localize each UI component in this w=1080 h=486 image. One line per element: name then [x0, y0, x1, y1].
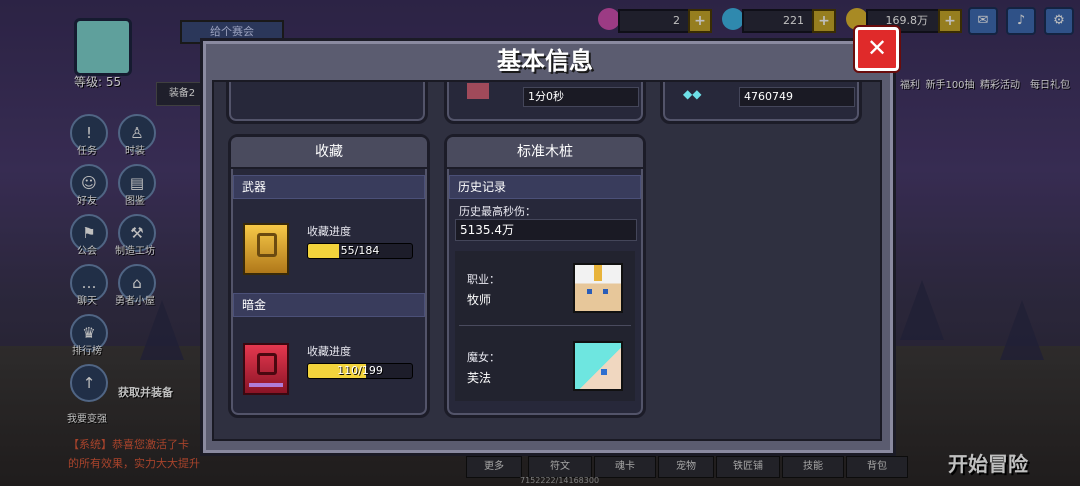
training-dummy-card: 标准木桩 历史记录 历史最高秒伤： 5135.4万 职业： 牧师 魔女： 芙法 — [444, 134, 646, 418]
weapon-progress-text: 55/184 — [340, 244, 380, 257]
close-button[interactable]: ✕ — [855, 27, 899, 71]
partial-card-right: ◆◆ 4760749 — [660, 82, 862, 124]
max-dps-value: 5135.4万 — [455, 219, 637, 241]
collection-card: 收藏 武器 收藏进度 55/184 暗金 收藏进度 110/199 — [228, 134, 430, 418]
weapon-section: 武器 — [233, 175, 425, 199]
witch-label: 魔女： — [467, 351, 500, 364]
training-dummy-title: 标准木桩 — [447, 137, 643, 169]
dark-gold-progress-label: 收藏进度 — [307, 345, 351, 358]
weapon-book-icon — [243, 223, 289, 275]
dark-gold-section: 暗金 — [233, 293, 425, 317]
hero-list: 职业： 牧师 魔女： 芙法 — [455, 251, 635, 401]
max-dps-label: 历史最高秒伤： — [459, 205, 536, 218]
class-value: 牧师 — [467, 293, 492, 307]
modal-content[interactable]: 1分0秒 ◆◆ 4760749 收藏 武器 收藏进度 55/184 暗金 收藏进… — [212, 80, 882, 441]
dark-gold-progress-text: 110/199 — [337, 364, 383, 377]
divider — [459, 325, 631, 326]
time-icon — [467, 83, 489, 99]
witch-value: 芙法 — [467, 371, 492, 385]
dark-gold-book-icon — [243, 343, 289, 395]
dark-gold-progress-bar: 110/199 — [307, 363, 413, 379]
history-section: 历史记录 — [449, 175, 641, 199]
weapon-progress-label: 收藏进度 — [307, 225, 351, 238]
power-value: 4760749 — [739, 87, 855, 107]
modal-title: 基本信息 — [497, 47, 593, 75]
time-value: 1分0秒 — [523, 87, 639, 107]
partial-card-left — [226, 82, 428, 124]
close-icon: ✕ — [866, 34, 888, 62]
collection-title: 收藏 — [231, 137, 427, 169]
witch-portrait — [573, 341, 623, 391]
class-label: 职业： — [467, 273, 500, 286]
priest-portrait — [573, 263, 623, 313]
gem-icon: ◆◆ — [683, 87, 702, 101]
partial-card-middle: 1分0秒 — [444, 82, 646, 124]
weapon-progress-bar: 55/184 — [307, 243, 413, 259]
